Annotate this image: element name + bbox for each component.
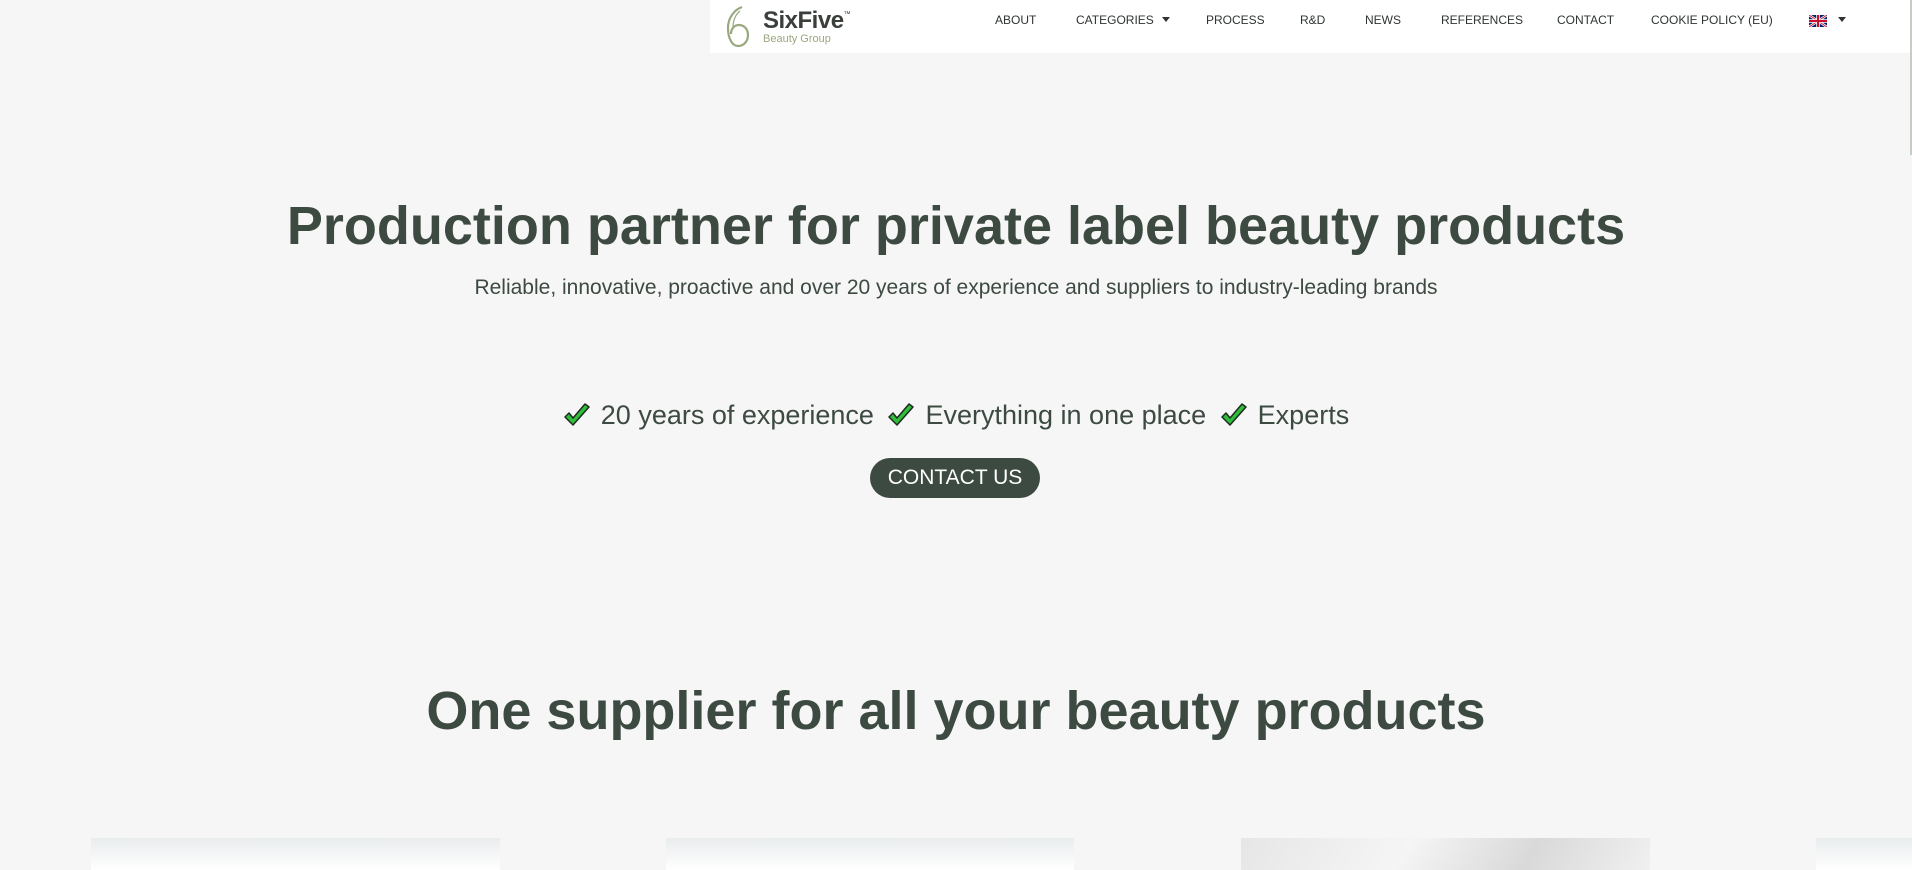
benefit-label: Everything in one place — [925, 400, 1207, 430]
chevron-down-icon — [1838, 17, 1846, 23]
hero-title: Production partner for private label bea… — [286, 196, 1626, 256]
language-selector[interactable] — [1808, 13, 1846, 28]
check-icon — [888, 402, 915, 426]
nav-process[interactable]: PROCESS — [1206, 13, 1265, 27]
logo-trademark: ™ — [843, 10, 851, 18]
logo-name: SixFive — [763, 6, 844, 34]
nav-categories-label: CATEGORIES — [1076, 13, 1154, 27]
benefit-label: Experts — [1257, 400, 1350, 430]
logo[interactable]: SixFive™ Beauty Group — [720, 0, 851, 53]
product-card-image[interactable] — [1241, 838, 1650, 870]
nav-about[interactable]: ABOUT — [995, 13, 1036, 27]
benefit-label: 20 years of experience — [600, 400, 874, 430]
check-icon — [1220, 402, 1247, 426]
nav-cookie-policy[interactable]: COOKIE POLICY (EU) — [1651, 13, 1773, 27]
benefit-item: Experts — [1220, 400, 1350, 431]
nav-categories[interactable]: CATEGORIES — [1076, 13, 1170, 27]
contact-us-button[interactable]: CONTACT US — [870, 458, 1040, 498]
nav-references[interactable]: REFERENCES — [1441, 13, 1523, 27]
nav-rnd[interactable]: R&D — [1300, 13, 1325, 27]
benefit-item: 20 years of experience — [563, 400, 874, 431]
logo-six-icon — [726, 5, 750, 47]
nav-news[interactable]: NEWS — [1365, 13, 1401, 27]
benefit-item: Everything in one place — [887, 400, 1206, 431]
benefit-list: 20 years of experience Everything in one… — [0, 400, 1912, 436]
product-card-image[interactable] — [91, 838, 500, 870]
page: SixFive™ Beauty Group ABOUT CATEGORIES P… — [0, 0, 1912, 870]
site-header: SixFive™ Beauty Group ABOUT CATEGORIES P… — [710, 0, 1912, 155]
product-card-image[interactable] — [666, 838, 1074, 870]
uk-flag-icon — [1808, 13, 1828, 28]
logo-subtitle: Beauty Group — [763, 32, 831, 45]
chevron-down-icon — [1161, 17, 1170, 23]
check-icon — [564, 402, 590, 426]
nav-contact[interactable]: CONTACT — [1557, 13, 1614, 27]
product-card-image[interactable] — [1816, 838, 1912, 870]
hero-subtitle: Reliable, innovative, proactive and over… — [474, 276, 1438, 299]
products-section-title: One supplier for all your beauty product… — [426, 681, 1486, 741]
